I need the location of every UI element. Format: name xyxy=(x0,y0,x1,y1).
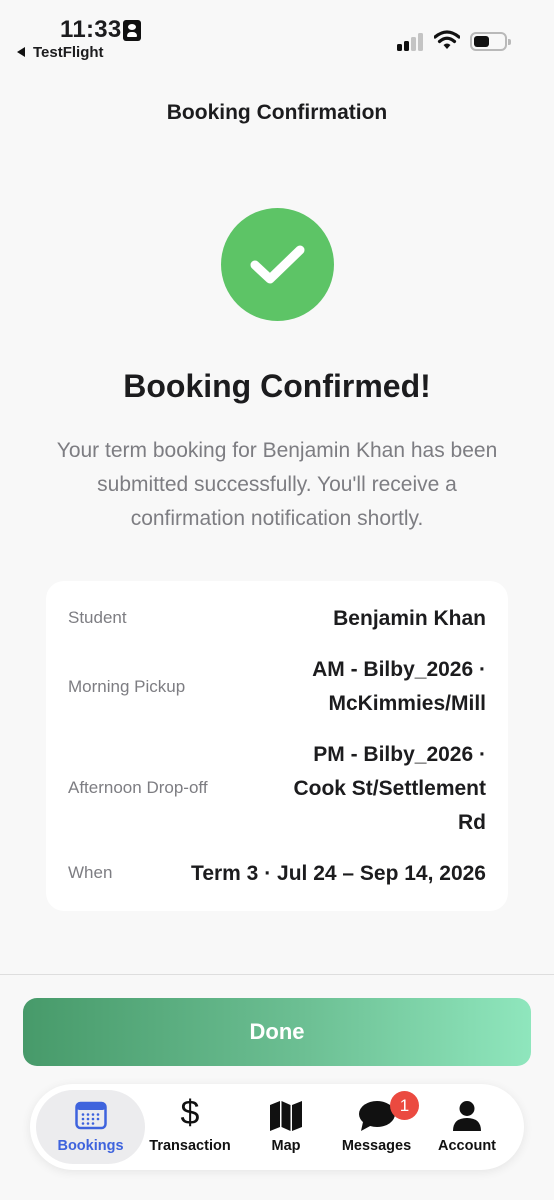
cellular-signal-icon xyxy=(397,33,425,51)
detail-value-line: PM - Bilby_2026 · xyxy=(313,743,486,766)
status-time: 11:33 xyxy=(60,16,122,43)
back-to-app-link[interactable]: TestFlight xyxy=(17,44,104,61)
detail-value-line: Benjamin Khan xyxy=(333,607,486,630)
tab-label: Map xyxy=(271,1138,301,1154)
footer-divider xyxy=(0,974,554,975)
map-icon xyxy=(270,1101,302,1131)
detail-value: PM - Bilby_2026 · Cook St/Settlement Rd xyxy=(293,738,486,840)
detail-value-line: Cook St/Settlement xyxy=(293,777,486,800)
confirmation-message: Your term booking for Benjamin Khan has … xyxy=(56,439,498,530)
tab-label: Messages xyxy=(341,1138,412,1154)
back-triangle-icon xyxy=(17,47,25,57)
calendar-icon xyxy=(74,1101,107,1130)
detail-value: AM - Bilby_2026 · McKimmies/Mill xyxy=(312,653,486,721)
detail-row-afternoon-dropoff: Afternoon Drop-off PM - Bilby_2026 · Coo… xyxy=(68,738,486,840)
person-icon xyxy=(453,1101,481,1131)
messages-unread-badge: 1 xyxy=(390,1091,419,1120)
back-app-label: TestFlight xyxy=(33,44,104,61)
done-button[interactable]: Done xyxy=(23,998,531,1066)
detail-value-line: AM - Bilby_2026 · xyxy=(312,658,486,681)
detail-value: Benjamin Khan xyxy=(333,602,486,636)
detail-value-line: Term 3 · Jul 24 – Sep 14, 2026 xyxy=(191,862,486,885)
tab-transaction[interactable]: $ Transaction xyxy=(145,1090,235,1164)
detail-label: Student xyxy=(68,608,127,627)
tab-account[interactable]: Account xyxy=(423,1090,511,1164)
detail-value-line: McKimmies/Mill xyxy=(328,692,486,715)
id-card-icon xyxy=(123,20,141,41)
tab-label: Transaction xyxy=(149,1138,231,1154)
tab-label: Account xyxy=(438,1138,496,1154)
detail-label: Afternoon Drop-off xyxy=(68,778,208,797)
detail-label: Morning Pickup xyxy=(68,677,186,696)
confirmation-headline: Booking Confirmed! xyxy=(123,368,431,404)
tab-map[interactable]: Map xyxy=(242,1090,330,1164)
wifi-icon xyxy=(434,30,460,49)
tab-bar: Bookings $ Transaction Map Messages Acco… xyxy=(30,1084,524,1170)
detail-label: When xyxy=(68,863,113,882)
detail-value-line: Rd xyxy=(458,811,486,834)
booking-details-card: Student Benjamin Khan Morning Pickup AM … xyxy=(46,581,508,911)
success-check-icon xyxy=(221,208,334,321)
detail-row-morning-pickup: Morning Pickup AM - Bilby_2026 · McKimmi… xyxy=(68,653,486,721)
detail-row-when: When Term 3 · Jul 24 – Sep 14, 2026 xyxy=(68,857,486,891)
tab-label: Bookings xyxy=(57,1138,124,1154)
tab-bookings[interactable]: Bookings xyxy=(36,1090,145,1164)
detail-value: Term 3 · Jul 24 – Sep 14, 2026 xyxy=(191,857,486,891)
page-title: Booking Confirmation xyxy=(166,101,388,124)
status-bar: 11:33 TestFlight xyxy=(0,0,554,70)
dollar-icon: $ xyxy=(180,1094,200,1132)
battery-icon xyxy=(470,32,511,51)
detail-row-student: Student Benjamin Khan xyxy=(68,602,486,636)
